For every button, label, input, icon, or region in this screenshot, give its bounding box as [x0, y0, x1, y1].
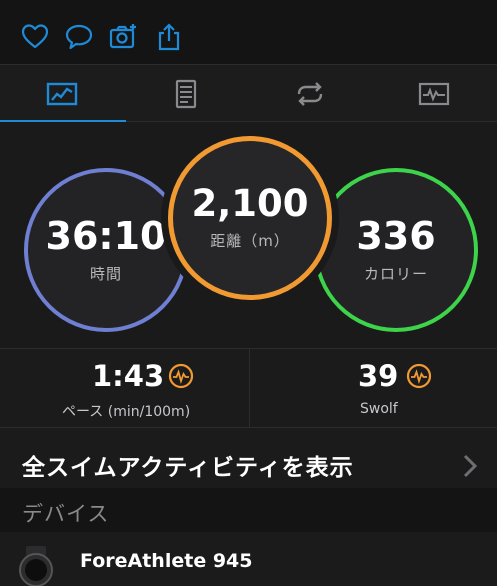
chevron-right-icon	[462, 452, 478, 480]
distance-label: 距離（m）	[210, 232, 290, 250]
pace-stat: 1:43 ペース (min/100m)	[0, 349, 249, 427]
device-row[interactable]: ForeAthlete 945	[0, 532, 497, 586]
pace-label: ペース (min/100m)	[62, 404, 191, 420]
time-value: 36:10	[45, 213, 167, 258]
tab-overview[interactable]	[0, 65, 126, 123]
time-label: 時間	[89, 264, 122, 283]
swolf-stat: 39 Swolf	[250, 349, 497, 427]
tab-stats[interactable]	[124, 65, 248, 122]
pulse-icon	[406, 363, 432, 389]
comment-icon[interactable]	[64, 22, 94, 52]
swolf-label: Swolf	[360, 401, 398, 417]
tab-charts[interactable]	[372, 65, 496, 122]
calories-ring: 336 カロリー	[314, 168, 478, 332]
device-name: ForeAthlete 945	[80, 550, 253, 572]
loop-icon	[297, 81, 323, 106]
overview-chart-icon	[46, 82, 78, 105]
document-list-icon	[175, 79, 197, 108]
calories-label: カロリー	[363, 264, 428, 283]
heartbeat-graph-icon	[418, 82, 450, 105]
swolf-value: 39	[358, 359, 399, 393]
calories-value: 336	[356, 213, 436, 258]
heart-icon[interactable]	[20, 22, 50, 52]
pulse-icon	[168, 363, 194, 389]
watch-icon	[14, 546, 58, 586]
camera-add-icon[interactable]	[108, 22, 138, 52]
show-all-swims-label: 全スイムアクティビティを表示	[22, 455, 354, 481]
tab-laps[interactable]	[248, 65, 372, 122]
pace-value: 1:43	[92, 359, 165, 393]
tab-bar	[0, 64, 497, 123]
action-bar	[0, 0, 497, 64]
time-ring: 36:10 時間	[24, 168, 188, 332]
distance-value: 2,100	[191, 182, 309, 225]
share-icon[interactable]	[154, 22, 184, 52]
devices-header: デバイス	[22, 502, 110, 526]
distance-ring: 2,100 距離（m）	[168, 136, 332, 300]
stats-row: 1:43 ペース (min/100m) 39 Swolf	[0, 348, 497, 428]
devices-section: デバイス	[0, 488, 497, 532]
